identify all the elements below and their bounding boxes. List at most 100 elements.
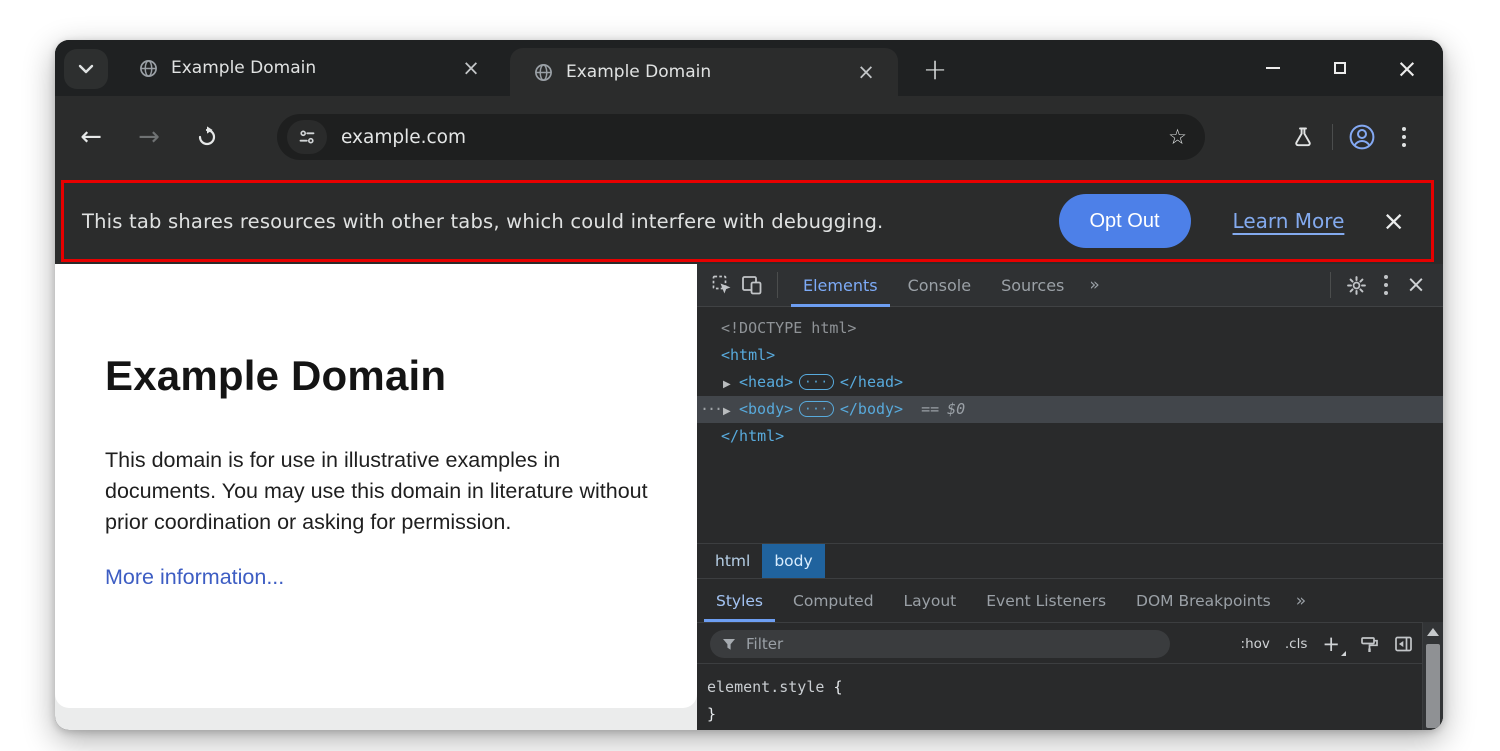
devtools-settings-button[interactable] [1341, 270, 1371, 300]
device-toolbar-icon [740, 274, 764, 296]
tune-icon [297, 127, 317, 147]
dom-line-doctype[interactable]: <!DOCTYPE html> [697, 315, 1443, 342]
head-close-token: </head> [840, 373, 903, 391]
breadcrumb-body[interactable]: body [762, 544, 824, 578]
selected-node-hint: ==$0 [921, 400, 965, 418]
devtools-close-button[interactable]: × [1401, 270, 1431, 300]
minimize-icon [1266, 67, 1280, 69]
learn-more-link[interactable]: Learn More [1233, 209, 1345, 233]
scrollbar-thumb[interactable] [1426, 644, 1440, 728]
inspect-element-button[interactable] [707, 270, 737, 300]
devtools-toolbar-divider [777, 272, 778, 298]
globe-icon [139, 59, 158, 78]
profile-avatar-icon [1348, 123, 1376, 151]
sidebar-tab-event-listeners[interactable]: Event Listeners [971, 579, 1121, 622]
funnel-filter-icon [722, 638, 736, 651]
html-open-token: <html> [721, 346, 775, 364]
chevron-down-icon [78, 64, 94, 74]
infobar-close-icon[interactable]: × [1382, 208, 1405, 235]
tab-close-icon[interactable]: × [459, 56, 483, 80]
device-toolbar-button[interactable] [737, 270, 767, 300]
body-close-token: </body> [840, 400, 903, 418]
dom-line-html-open[interactable]: <html> [697, 342, 1443, 369]
toggle-sidebar-panel-button[interactable] [1394, 635, 1413, 653]
collapsed-ellipsis-button[interactable]: ··· [799, 401, 834, 417]
url-text[interactable]: example.com [341, 127, 1168, 148]
toolbar-divider [1332, 124, 1333, 150]
bookmark-star-icon[interactable]: ☆ [1168, 125, 1187, 149]
experiments-button[interactable] [1282, 116, 1324, 158]
dom-line-html-close[interactable]: </html> [697, 423, 1443, 450]
dom-line-body-selected[interactable]: ···▶<body>···</body>==$0 [697, 396, 1443, 423]
devtools-tab-sources[interactable]: Sources [986, 264, 1079, 307]
collapsed-ellipsis-button[interactable]: ··· [799, 374, 834, 390]
devtools-panel: Elements Console Sources » × [697, 264, 1443, 730]
styles-filter-box[interactable] [710, 630, 1170, 658]
new-tab-button[interactable]: + [915, 50, 955, 88]
tab-search-button[interactable] [64, 49, 108, 89]
reload-button[interactable] [185, 115, 229, 159]
scroll-up-arrow-icon[interactable] [1427, 628, 1439, 636]
maximize-button[interactable] [1330, 58, 1350, 78]
element-style-rule-close: } [707, 701, 1443, 728]
kebab-menu-icon [1384, 275, 1388, 295]
minimize-button[interactable] [1263, 58, 1283, 78]
more-information-link[interactable]: More information... [105, 565, 284, 590]
close-icon: × [1406, 274, 1425, 297]
back-button[interactable]: ← [69, 115, 113, 159]
styles-filter-row: :hov .cls + [697, 622, 1443, 664]
sidebar-tab-bar: Styles Computed Layout Event Listeners D… [697, 578, 1443, 622]
globe-icon [534, 63, 553, 82]
address-bar[interactable]: example.com ☆ [277, 114, 1205, 160]
browser-toolbar: ← → example.com ☆ [55, 96, 1443, 178]
kebab-menu-icon [1402, 127, 1406, 147]
body-open-token: <body> [739, 400, 793, 418]
maximize-icon [1334, 62, 1346, 74]
toggle-element-classes[interactable]: .cls [1285, 636, 1308, 652]
browser-menu-button[interactable] [1383, 116, 1425, 158]
gutter-ellipsis-icon[interactable]: ··· [700, 396, 721, 423]
gear-icon [1346, 275, 1367, 296]
styles-filter-input[interactable] [746, 635, 1158, 653]
tab-example-domain-2-active[interactable]: Example Domain × [510, 48, 898, 96]
styles-scrollbar[interactable] [1422, 622, 1443, 730]
tab-example-domain-1[interactable]: Example Domain × [115, 40, 503, 96]
sidebar-more-tabs-button[interactable]: » [1286, 579, 1316, 622]
tab-close-icon[interactable]: × [854, 60, 878, 84]
devtools-toolbar: Elements Console Sources » × [697, 264, 1443, 307]
devtools-more-tabs-button[interactable]: » [1079, 275, 1109, 295]
devtools-menu-button[interactable] [1371, 270, 1401, 300]
breadcrumb-html[interactable]: html [703, 544, 762, 578]
dom-line-head[interactable]: ▶<head>···</head> [697, 369, 1443, 396]
devtools-tab-elements[interactable]: Elements [788, 264, 893, 307]
sidebar-tab-computed[interactable]: Computed [778, 579, 889, 622]
opt-out-button[interactable]: Opt Out [1059, 194, 1191, 248]
expand-arrow-icon[interactable]: ▶ [723, 398, 739, 425]
sidebar-tab-dom-breakpoints[interactable]: DOM Breakpoints [1121, 579, 1286, 622]
dropdown-corner-icon [1341, 651, 1346, 656]
web-page-background: Example Domain This domain is for use in… [55, 264, 697, 730]
window-controls: × [1263, 40, 1417, 96]
page-paragraph: This domain is for use in illustrative e… [105, 445, 650, 538]
expand-arrow-icon[interactable]: ▶ [723, 371, 739, 398]
new-style-rule-button[interactable]: + [1322, 634, 1345, 655]
rendering-brush-button[interactable] [1360, 635, 1379, 653]
devtools-tab-console[interactable]: Console [893, 264, 987, 307]
toggle-hover-state[interactable]: :hov [1241, 636, 1270, 652]
dom-breadcrumb-bar: html body [697, 543, 1443, 578]
inspect-cursor-icon [711, 274, 733, 296]
close-window-button[interactable]: × [1397, 58, 1417, 78]
infobar-message: This tab shares resources with other tab… [82, 210, 883, 233]
element-style-rule[interactable]: element.style { [707, 674, 1443, 701]
sidebar-tab-layout[interactable]: Layout [889, 579, 972, 622]
style-selector: element.style [707, 678, 824, 696]
site-settings-button[interactable] [287, 120, 327, 154]
dom-tree: <!DOCTYPE html> <html> ▶<head>···</head>… [697, 308, 1443, 543]
tab-strip: Example Domain × Example Domain × + × [55, 40, 1443, 96]
reload-icon [195, 125, 219, 149]
example-domain-page: Example Domain This domain is for use in… [55, 264, 697, 708]
sidebar-tab-styles[interactable]: Styles [701, 579, 778, 622]
forward-button[interactable]: → [127, 115, 171, 159]
styles-pane: element.style { } [697, 664, 1443, 730]
profile-button[interactable] [1341, 116, 1383, 158]
